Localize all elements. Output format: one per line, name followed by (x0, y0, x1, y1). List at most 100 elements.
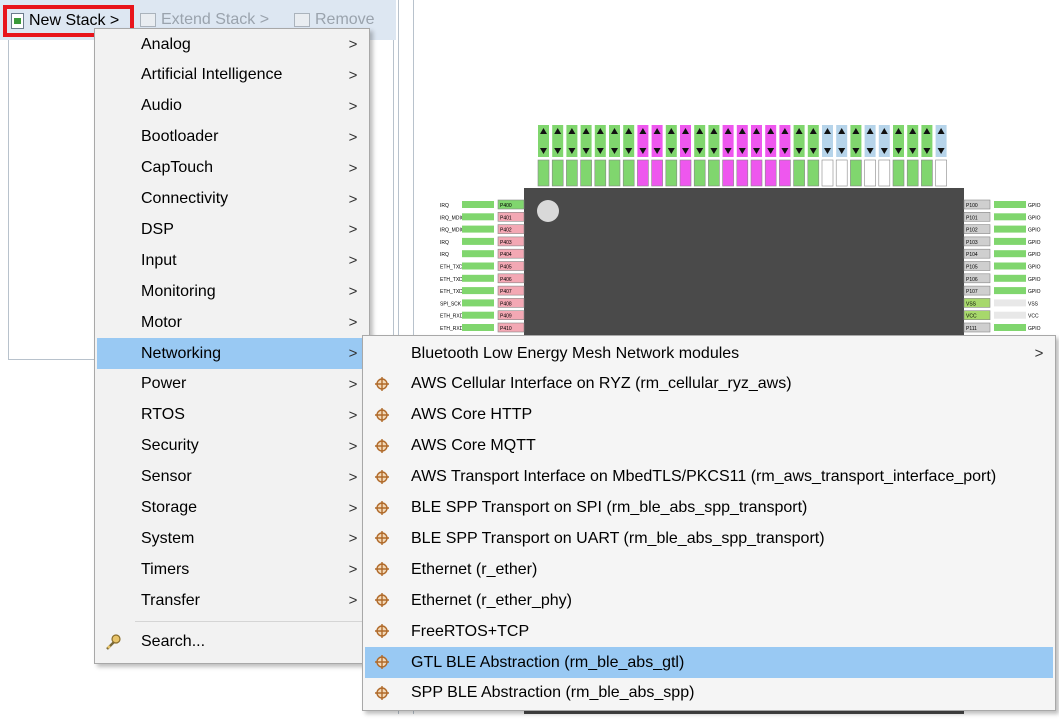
submenu-item-label: BLE SPP Transport on SPI (rm_ble_abs_spp… (411, 499, 808, 516)
submenu-item-ethernet-r-ether[interactable]: Ethernet (r_ether) (365, 554, 1053, 585)
menu-item-connectivity[interactable]: Connectivity > (97, 184, 367, 215)
menu-item-rtos[interactable]: RTOS > (97, 400, 367, 431)
left-pin-arrow[interactable] (462, 311, 494, 319)
right-pin-arrow[interactable] (994, 324, 1026, 331)
left-pin-arrow[interactable] (462, 237, 494, 245)
menu-item-monitoring[interactable]: Monitoring > (97, 276, 367, 307)
top-pin-pad[interactable] (935, 159, 947, 187)
top-pin-pad[interactable] (566, 159, 578, 187)
right-pin-arrow[interactable] (994, 262, 1026, 270)
left-pin-arrow[interactable] (462, 274, 494, 282)
menu-item-label: Artificial Intelligence (141, 66, 283, 84)
top-pin-pad[interactable] (693, 159, 706, 187)
menu-item-search[interactable]: Search... (97, 626, 367, 657)
submenu-item-spp-ble-abstraction-rm-ble-abs-spp[interactable]: SPP BLE Abstraction (rm_ble_abs_spp) (365, 678, 1053, 709)
submenu-item-gtl-ble-abstraction-rm-ble-abs-gtl[interactable]: GTL BLE Abstraction (rm_ble_abs_gtl) (365, 647, 1053, 678)
menu-item-analog[interactable]: Analog > (97, 29, 367, 60)
top-pin-pad[interactable] (750, 159, 763, 187)
menu-item-captouch[interactable]: CapTouch > (97, 153, 367, 184)
right-pin-signal-label: VCC (1028, 314, 1039, 320)
top-pin-pad[interactable] (580, 159, 592, 187)
search-icon (106, 634, 121, 650)
top-pin-pad[interactable] (679, 159, 692, 187)
menu-item-motor[interactable]: Motor > (97, 307, 367, 338)
top-pin-pad[interactable] (722, 159, 734, 187)
menu-item-label: Input (141, 251, 177, 269)
top-pin-pad[interactable] (665, 159, 678, 187)
right-pin-arrow[interactable] (994, 299, 1026, 307)
left-pin-arrow[interactable] (462, 299, 494, 307)
top-pin-pad[interactable] (551, 159, 564, 187)
menu-item-artificial-intelligence[interactable]: Artificial Intelligence > (97, 60, 367, 91)
menu-item-label: Search... (141, 632, 206, 650)
right-pin-arrow[interactable] (994, 213, 1026, 221)
menu-item-timers[interactable]: Timers > (97, 554, 367, 585)
top-pin-pad[interactable] (835, 159, 848, 187)
menu-item-bootloader[interactable]: Bootloader > (97, 122, 367, 153)
top-pin-pad[interactable] (821, 159, 834, 187)
left-pin-arrow[interactable] (462, 250, 494, 258)
left-pin-name: P409 (500, 314, 512, 320)
top-pin-pad[interactable] (608, 159, 621, 187)
left-pin-arrow[interactable] (462, 262, 494, 270)
menu-item-storage[interactable]: Storage > (97, 493, 367, 524)
menu-item-sensor[interactable]: Sensor > (97, 462, 367, 493)
menu-item-system[interactable]: System > (97, 523, 367, 554)
submenu-item-ble-spp-transport-on-spi-rm-ble-abs-spp-transport[interactable]: BLE SPP Transport on SPI (rm_ble_abs_spp… (365, 493, 1053, 524)
menu-item-power[interactable]: Power > (97, 369, 367, 400)
left-pin-name: P405 (500, 265, 512, 271)
submenu-item-aws-cellular-interface-on-ryz-rm-cellular-ryz-aws[interactable]: AWS Cellular Interface on RYZ (rm_cellul… (365, 369, 1053, 400)
menu-item-input[interactable]: Input > (97, 245, 367, 276)
chevron-right-icon: > (348, 221, 358, 239)
menu-item-label: Analog (141, 35, 191, 53)
left-pin-signal-label: IRQ (440, 252, 449, 258)
top-pin-pad[interactable] (779, 159, 791, 187)
top-pin-pad[interactable] (793, 159, 805, 187)
right-pin-arrow[interactable] (994, 274, 1026, 282)
left-pin-name: P407 (500, 289, 512, 295)
chevron-right-icon: > (348, 128, 358, 146)
top-pin-pad[interactable] (764, 159, 777, 187)
left-pin-arrow[interactable] (462, 213, 494, 221)
menu-item-dsp[interactable]: DSP > (97, 214, 367, 245)
menu-item-networking[interactable]: Networking > (97, 338, 367, 369)
left-pin-arrow[interactable] (462, 287, 494, 295)
submenu-item-aws-transport-interface-on-mbedtls-pkcs11-rm-aws-transport-interface-port[interactable]: AWS Transport Interface on MbedTLS/PKCS1… (365, 462, 1053, 493)
submenu-item-ethernet-r-ether-phy[interactable]: Ethernet (r_ether_phy) (365, 585, 1053, 616)
right-pin-arrow[interactable] (994, 225, 1026, 233)
top-pin-pad[interactable] (651, 159, 663, 187)
right-pin-arrow[interactable] (994, 287, 1026, 295)
right-pin-arrow[interactable] (994, 250, 1026, 258)
top-pin-pad[interactable] (892, 159, 905, 187)
top-pin-pad[interactable] (622, 159, 635, 187)
right-pin-arrow[interactable] (994, 201, 1026, 208)
right-pin-arrow[interactable] (994, 237, 1026, 245)
top-pin-pad[interactable] (864, 159, 876, 187)
left-pin-arrow[interactable] (462, 225, 494, 233)
submenu-item-ble-spp-transport-on-uart-rm-ble-abs-spp-transport[interactable]: BLE SPP Transport on UART (rm_ble_abs_sp… (365, 523, 1053, 554)
left-pin-name: P410 (500, 326, 512, 332)
menu-item-audio[interactable]: Audio > (97, 91, 367, 122)
submenu-item-aws-core-http[interactable]: AWS Core HTTP (365, 400, 1053, 431)
top-pin-pad[interactable] (807, 159, 820, 187)
menu-item-transfer[interactable]: Transfer > (97, 585, 367, 616)
top-pin-pad[interactable] (736, 159, 749, 187)
top-pin-pad[interactable] (537, 159, 550, 187)
top-pin-pad[interactable] (906, 159, 919, 187)
top-pin-pad[interactable] (878, 159, 891, 187)
left-pin-arrow[interactable] (462, 324, 494, 331)
right-pin-arrow[interactable] (994, 311, 1026, 319)
menu-item-security[interactable]: Security > (97, 431, 367, 462)
top-pin-pad[interactable] (921, 159, 933, 187)
top-pin-pad[interactable] (637, 159, 649, 187)
submenu-item-bluetooth-low-energy-mesh-network-modules[interactable]: Bluetooth Low Energy Mesh Network module… (365, 338, 1053, 369)
top-pin-pad[interactable] (594, 159, 607, 187)
chevron-right-icon: > (348, 283, 358, 301)
top-pin-pad[interactable] (850, 159, 862, 187)
submenu-item-freertos-tcp[interactable]: FreeRTOS+TCP (365, 616, 1053, 647)
left-pin-signal-label: ETH_TXD (440, 277, 463, 283)
left-pin-arrow[interactable] (462, 201, 494, 208)
right-pin-name: P105 (966, 265, 978, 271)
submenu-item-aws-core-mqtt[interactable]: AWS Core MQTT (365, 431, 1053, 462)
top-pin-pad[interactable] (708, 159, 720, 187)
